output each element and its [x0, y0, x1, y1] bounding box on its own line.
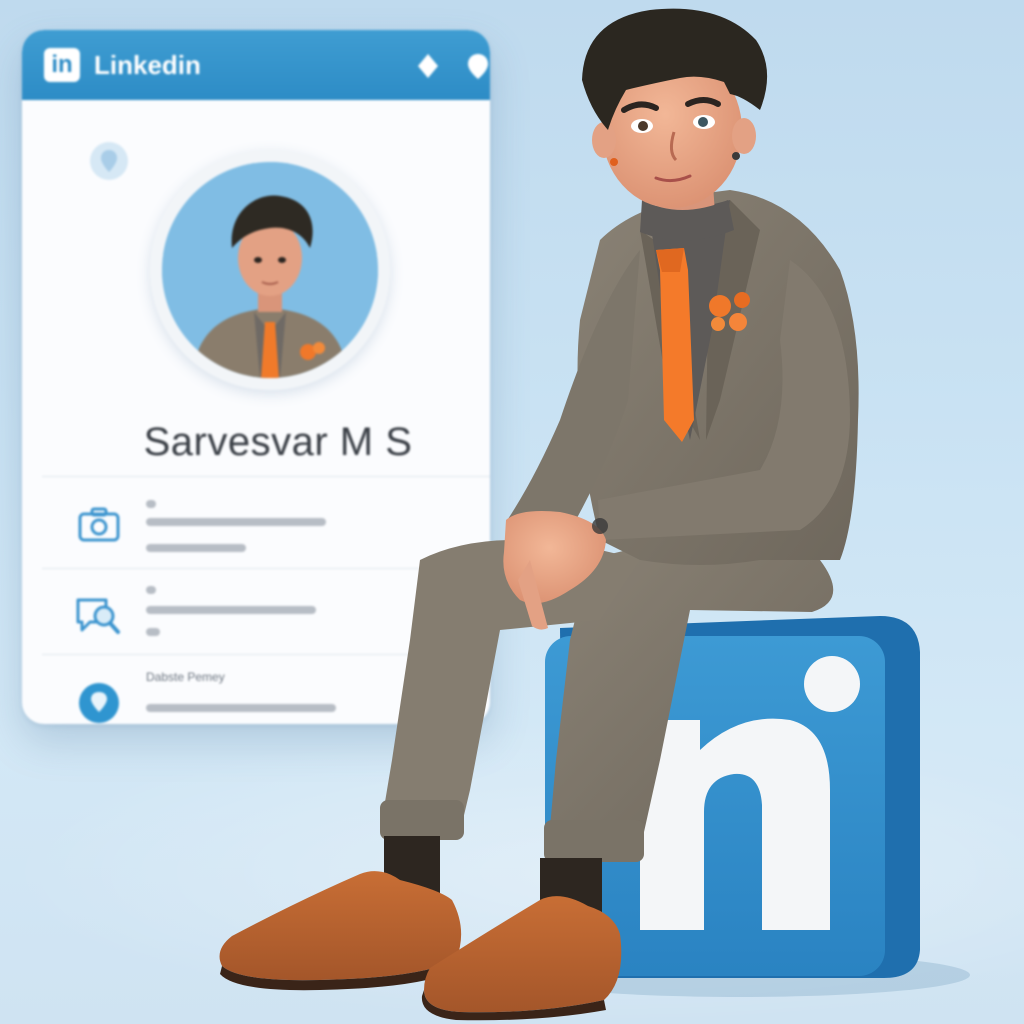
- scene: in Linkedin Sarvesvar M S Dabste Pemey: [0, 0, 1024, 1024]
- character-illustration: [219, 8, 970, 1021]
